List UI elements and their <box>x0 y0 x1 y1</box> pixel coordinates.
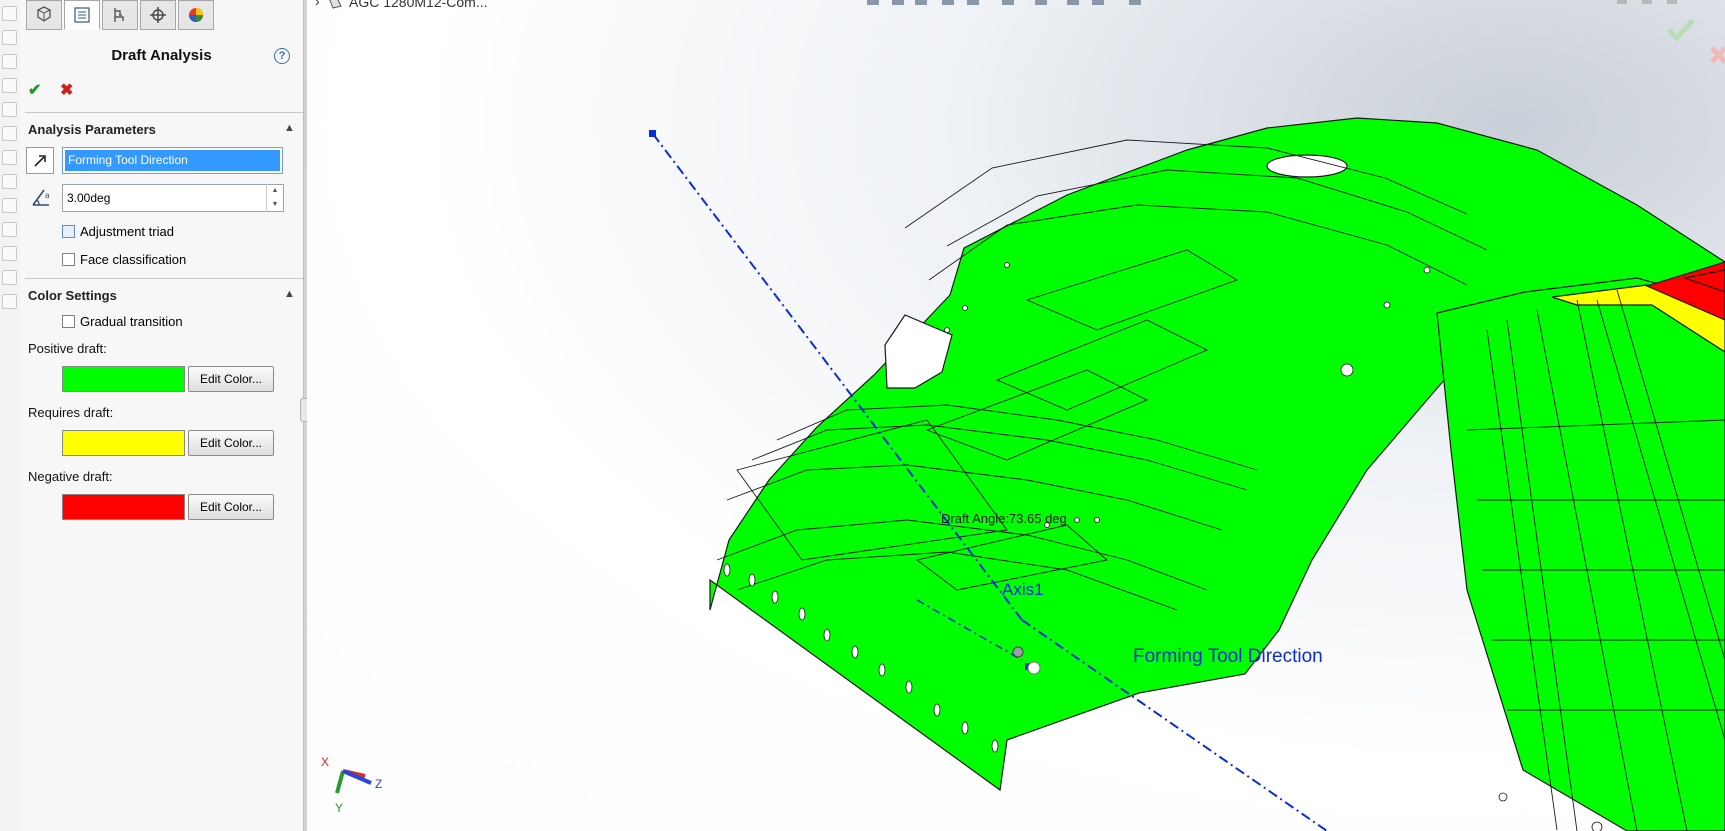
draft-angle-input[interactable]: 3.00deg <box>62 184 284 212</box>
tab-dimxpert-manager[interactable] <box>140 0 176 30</box>
negative-draft-swatch <box>62 494 185 520</box>
command-strip <box>0 0 21 831</box>
adjustment-triad-checkbox[interactable] <box>62 225 75 238</box>
requires-draft-label: Requires draft: <box>28 405 114 420</box>
draft-angle-icon: a <box>32 189 50 206</box>
triad-y-label: Y <box>335 801 343 815</box>
dimxpert-icon <box>150 7 166 23</box>
tab-feature-manager[interactable] <box>26 0 62 30</box>
feature-manager-icon <box>37 6 51 22</box>
positive-draft-swatch <box>62 366 185 392</box>
property-manager-panel: Draft Analysis ? ✔ ✖ Analysis Parameters… <box>20 0 303 831</box>
triad-handle-icon[interactable] <box>1012 646 1024 658</box>
angle-spinner[interactable]: ▲ ▼ <box>266 184 283 212</box>
positive-draft-label: Positive draft: <box>28 341 107 356</box>
requires-edit-color-button[interactable]: Edit Color... <box>188 430 274 456</box>
forming-tool-direction-label[interactable]: Forming Tool Direction <box>1133 646 1323 667</box>
tab-configuration-manager[interactable] <box>102 0 138 30</box>
arrow-direction-icon <box>34 154 46 167</box>
axis1-label[interactable]: Axis1 <box>1002 580 1044 599</box>
requires-draft-swatch <box>62 430 185 456</box>
window-close-icon[interactable] <box>1667 0 1677 4</box>
svg-text:a: a <box>45 191 50 200</box>
window-minimize-icon[interactable] <box>1617 0 1627 4</box>
section-divider <box>25 112 303 113</box>
triad-z-label: Z <box>375 777 382 791</box>
triad-x-label: X <box>321 755 329 769</box>
graphics-viewport[interactable]: › AGC 1280M12-Com... Draft Angle:73.65 d… <box>307 0 1725 831</box>
face-classification-row[interactable]: Face classification <box>62 252 186 267</box>
direction-selector-icon[interactable] <box>26 147 54 174</box>
feature-title: Draft Analysis <box>111 47 212 64</box>
draft-angle-callout: Draft Angle:73.65 deg <box>941 511 1067 526</box>
ok-button[interactable]: ✔ <box>28 80 41 100</box>
collapse-analysis-icon[interactable]: ▲ <box>284 122 295 134</box>
face-classification-checkbox[interactable] <box>62 253 75 266</box>
face-classification-label: Face classification <box>80 252 187 267</box>
adjustment-triad-label: Adjustment triad <box>80 224 174 239</box>
tab-property-manager[interactable] <box>64 0 100 30</box>
gradual-transition-row[interactable]: Gradual transition <box>62 314 183 329</box>
help-icon[interactable]: ? <box>274 48 290 64</box>
cancel-button[interactable]: ✖ <box>60 80 73 100</box>
positive-edit-color-button[interactable]: Edit Color... <box>188 366 274 392</box>
section-divider <box>25 278 303 279</box>
model-canvas: › AGC 1280M12-Com... Draft Angle:73.65 d… <box>307 0 1725 831</box>
negative-edit-color-button[interactable]: Edit Color... <box>188 494 274 520</box>
direction-selection-field[interactable]: Forming Tool Direction <box>62 147 283 174</box>
window-restore-icon[interactable] <box>1642 0 1652 4</box>
direction-handle-icon[interactable] <box>1027 661 1041 675</box>
property-manager-icon <box>74 7 90 23</box>
configuration-manager-icon <box>114 8 124 22</box>
document-title[interactable]: AGC 1280M12-Com... <box>349 0 488 10</box>
display-manager-icon <box>189 8 203 22</box>
collapse-color-icon[interactable]: ▲ <box>284 288 295 300</box>
axis1-endpoint[interactable] <box>649 130 656 137</box>
gradual-transition-label: Gradual transition <box>80 314 183 329</box>
document-expand-icon[interactable]: › <box>315 0 320 9</box>
negative-draft-label: Negative draft: <box>28 469 113 484</box>
gradual-transition-checkbox[interactable] <box>62 315 75 328</box>
adjustment-triad-row[interactable]: Adjustment triad <box>62 224 174 239</box>
analysis-parameters-header[interactable]: Analysis Parameters <box>28 122 156 137</box>
direction-selection-value: Forming Tool Direction <box>65 150 280 171</box>
color-settings-header[interactable]: Color Settings <box>28 288 117 303</box>
tab-display-manager[interactable] <box>178 0 214 30</box>
